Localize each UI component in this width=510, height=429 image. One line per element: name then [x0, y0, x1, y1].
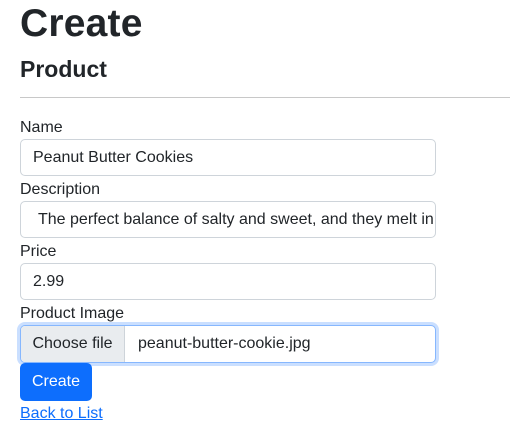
name-input[interactable]: Peanut Butter Cookies	[20, 139, 436, 176]
selected-file-name: peanut-butter-cookie.jpg	[138, 335, 311, 352]
price-label: Price	[20, 243, 57, 260]
name-label: Name	[20, 119, 63, 136]
page-subtitle: Product	[20, 56, 107, 82]
product-image-label: Product Image	[20, 305, 125, 322]
divider	[20, 97, 510, 98]
product-image-file-input[interactable]: Choose file peanut-butter-cookie.jpg	[20, 325, 436, 363]
description-input[interactable]: The perfect balance of salty and sweet, …	[20, 201, 436, 238]
description-label: Description	[20, 181, 101, 198]
choose-file-button[interactable]: Choose file	[21, 326, 125, 362]
back-to-list-link[interactable]: Back to List	[20, 404, 103, 424]
page-title: Create	[20, 2, 143, 45]
create-button[interactable]: Create	[20, 363, 92, 401]
price-input[interactable]: 2.99	[20, 263, 436, 300]
